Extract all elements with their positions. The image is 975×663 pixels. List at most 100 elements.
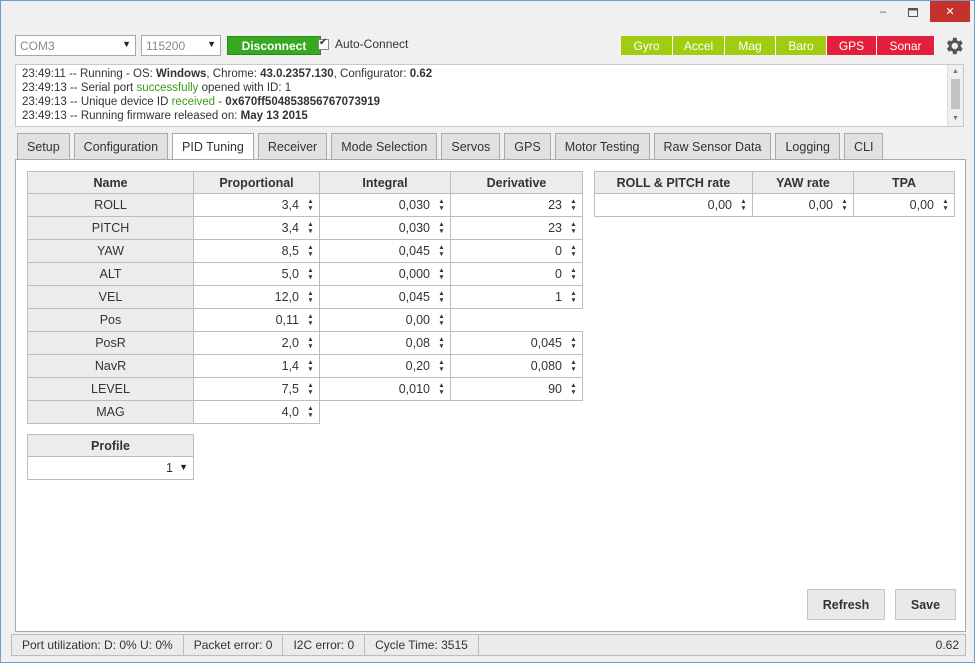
- spinner-arrows-icon[interactable]: ▲ ▼: [569, 290, 578, 304]
- roll-proportional-input[interactable]: 3,4 ▲ ▼: [193, 193, 320, 217]
- posr-derivative-input[interactable]: 0,045 ▲ ▼: [450, 331, 583, 355]
- level-proportional-input[interactable]: 7,5 ▲ ▼: [193, 377, 320, 401]
- log-scrollbar[interactable]: ▲ ▼: [947, 65, 963, 126]
- spinner-arrows-icon[interactable]: ▲ ▼: [437, 290, 446, 304]
- tab-motor-testing[interactable]: Motor Testing: [554, 133, 650, 159]
- pid-row-name: PITCH: [27, 216, 194, 240]
- pos-proportional-input[interactable]: 0,11 ▲ ▼: [193, 308, 320, 332]
- tab-cli[interactable]: CLI: [843, 133, 884, 159]
- spinner-arrows-icon[interactable]: ▲ ▼: [437, 382, 446, 396]
- navr-derivative-input[interactable]: 0,080 ▲ ▼: [450, 354, 583, 378]
- roll-derivative-input[interactable]: 23 ▲ ▼: [450, 193, 583, 217]
- vel-derivative-input[interactable]: 1 ▲ ▼: [450, 285, 583, 309]
- spinner-arrows-icon[interactable]: ▲ ▼: [437, 221, 446, 235]
- empty-cell: [450, 400, 583, 424]
- spinner-arrows-icon[interactable]: ▲ ▼: [306, 336, 315, 350]
- spinner-arrows-icon[interactable]: ▲ ▼: [941, 198, 950, 212]
- yaw-derivative-input[interactable]: 0 ▲ ▼: [450, 239, 583, 263]
- baud-rate-select[interactable]: 115200 ▼: [141, 35, 221, 56]
- spinner-arrows-icon[interactable]: ▲ ▼: [569, 336, 578, 350]
- close-button[interactable]: ✕: [930, 1, 970, 22]
- tab-setup[interactable]: Setup: [17, 133, 70, 159]
- navr-proportional-input[interactable]: 1,4 ▲ ▼: [193, 354, 320, 378]
- roll-integral-input[interactable]: 0,030 ▲ ▼: [319, 193, 451, 217]
- level-integral-input[interactable]: 0,010 ▲ ▼: [319, 377, 451, 401]
- spinner-arrows-icon[interactable]: ▲ ▼: [437, 198, 446, 212]
- auto-connect-checkbox[interactable]: [318, 37, 329, 50]
- spinner-arrows-icon[interactable]: ▲ ▼: [306, 267, 315, 281]
- save-button[interactable]: Save: [895, 589, 956, 620]
- tab-gps[interactable]: GPS: [504, 133, 551, 159]
- spinner-arrows-icon[interactable]: ▲ ▼: [306, 405, 315, 419]
- spinner-arrows-icon[interactable]: ▲ ▼: [306, 198, 315, 212]
- yaw-integral-input[interactable]: 0,045 ▲ ▼: [319, 239, 451, 263]
- refresh-button[interactable]: Refresh: [807, 589, 885, 620]
- posr-integral-input[interactable]: 0,08 ▲ ▼: [319, 331, 451, 355]
- posr-proportional-input[interactable]: 2,0 ▲ ▼: [193, 331, 320, 355]
- alt-derivative-input[interactable]: 0 ▲ ▼: [450, 262, 583, 286]
- tab-raw-sensor-data[interactable]: Raw Sensor Data: [653, 133, 772, 159]
- spinner-arrows-icon[interactable]: ▲ ▼: [569, 198, 578, 212]
- minimize-button[interactable]: –: [872, 1, 894, 23]
- tab-logging[interactable]: Logging: [775, 133, 840, 159]
- profile-value: 1: [166, 461, 173, 475]
- alt-proportional-input[interactable]: 5,0 ▲ ▼: [193, 262, 320, 286]
- pitch-proportional-input[interactable]: 3,4 ▲ ▼: [193, 216, 320, 240]
- pid-row-pitch: PITCH 3,4 ▲ ▼ 0,030 ▲ ▼ 23 ▲ ▼: [27, 216, 583, 240]
- spinner-arrows-icon[interactable]: ▲ ▼: [840, 198, 849, 212]
- tab-pid-tuning[interactable]: PID Tuning: [172, 133, 254, 160]
- auto-connect-toggle[interactable]: Auto-Connect: [318, 37, 408, 51]
- vel-integral-input[interactable]: 0,045 ▲ ▼: [319, 285, 451, 309]
- port-select[interactable]: COM3 ▼: [15, 35, 136, 56]
- alt-integral-input[interactable]: 0,000 ▲ ▼: [319, 262, 451, 286]
- tpa-input[interactable]: 0,00 ▲ ▼: [853, 193, 955, 217]
- yaw-rate-input[interactable]: 0,00 ▲ ▼: [752, 193, 854, 217]
- status-bar: Port utilization: D: 0% U: 0% Packet err…: [11, 634, 966, 656]
- tab-configuration[interactable]: Configuration: [73, 133, 169, 159]
- status-i2c-error: I2C error: 0: [283, 635, 366, 655]
- spinner-arrows-icon[interactable]: ▲ ▼: [437, 244, 446, 258]
- spinner-arrows-icon[interactable]: ▲ ▼: [306, 382, 315, 396]
- maximize-icon: [908, 7, 918, 17]
- roll-pitch-rate-input[interactable]: 0,00 ▲ ▼: [594, 193, 753, 217]
- disconnect-button[interactable]: Disconnect: [227, 36, 321, 55]
- navr-integral-input[interactable]: 0,20 ▲ ▼: [319, 354, 451, 378]
- rate-table: ROLL & PITCH rate YAW rate TPA 0,00 ▲ ▼ 0,…: [594, 171, 955, 217]
- vel-proportional-input[interactable]: 12,0 ▲ ▼: [193, 285, 320, 309]
- tab-mode-selection[interactable]: Mode Selection: [331, 133, 438, 159]
- spinner-arrows-icon[interactable]: ▲ ▼: [569, 382, 578, 396]
- pid-row-level: LEVEL 7,5 ▲ ▼ 0,010 ▲ ▼ 90 ▲ ▼: [27, 377, 583, 401]
- spinner-arrows-icon[interactable]: ▲ ▼: [437, 336, 446, 350]
- mag-proportional-input[interactable]: 4,0 ▲ ▼: [193, 400, 320, 424]
- gear-icon[interactable]: [943, 35, 965, 57]
- pitch-derivative-input[interactable]: 23 ▲ ▼: [450, 216, 583, 240]
- console-log: 23:49:11 -- Running - OS: Windows, Chrom…: [15, 64, 964, 127]
- spinner-arrows-icon[interactable]: ▲ ▼: [437, 313, 446, 327]
- maximize-button[interactable]: [902, 1, 924, 23]
- yaw-proportional-input[interactable]: 8,5 ▲ ▼: [193, 239, 320, 263]
- spinner-arrows-icon[interactable]: ▲ ▼: [739, 198, 748, 212]
- spinner-arrows-icon[interactable]: ▲ ▼: [306, 221, 315, 235]
- pid-row-mag: MAG 4,0 ▲ ▼: [27, 400, 583, 424]
- rate-header-yaw: YAW rate: [752, 171, 854, 194]
- profile-select[interactable]: 1 ▼: [27, 456, 194, 480]
- spinner-arrows-icon[interactable]: ▲ ▼: [306, 244, 315, 258]
- spinner-arrows-icon[interactable]: ▲ ▼: [306, 359, 315, 373]
- scroll-down-icon[interactable]: ▼: [948, 112, 963, 126]
- spinner-arrows-icon[interactable]: ▲ ▼: [569, 221, 578, 235]
- pos-integral-input[interactable]: 0,00 ▲ ▼: [319, 308, 451, 332]
- spinner-arrows-icon[interactable]: ▲ ▼: [437, 359, 446, 373]
- spinner-arrows-icon[interactable]: ▲ ▼: [306, 290, 315, 304]
- level-derivative-input[interactable]: 90 ▲ ▼: [450, 377, 583, 401]
- pitch-integral-input[interactable]: 0,030 ▲ ▼: [319, 216, 451, 240]
- spinner-arrows-icon[interactable]: ▲ ▼: [306, 313, 315, 327]
- scroll-up-icon[interactable]: ▲: [948, 65, 963, 79]
- spinner-arrows-icon[interactable]: ▲ ▼: [437, 267, 446, 281]
- spinner-arrows-icon[interactable]: ▲ ▼: [569, 244, 578, 258]
- spinner-arrows-icon[interactable]: ▲ ▼: [569, 267, 578, 281]
- status-packet-error: Packet error: 0: [184, 635, 284, 655]
- tab-receiver[interactable]: Receiver: [257, 133, 328, 159]
- spinner-arrows-icon[interactable]: ▲ ▼: [569, 359, 578, 373]
- tab-servos[interactable]: Servos: [441, 133, 501, 159]
- scroll-thumb[interactable]: [951, 79, 960, 109]
